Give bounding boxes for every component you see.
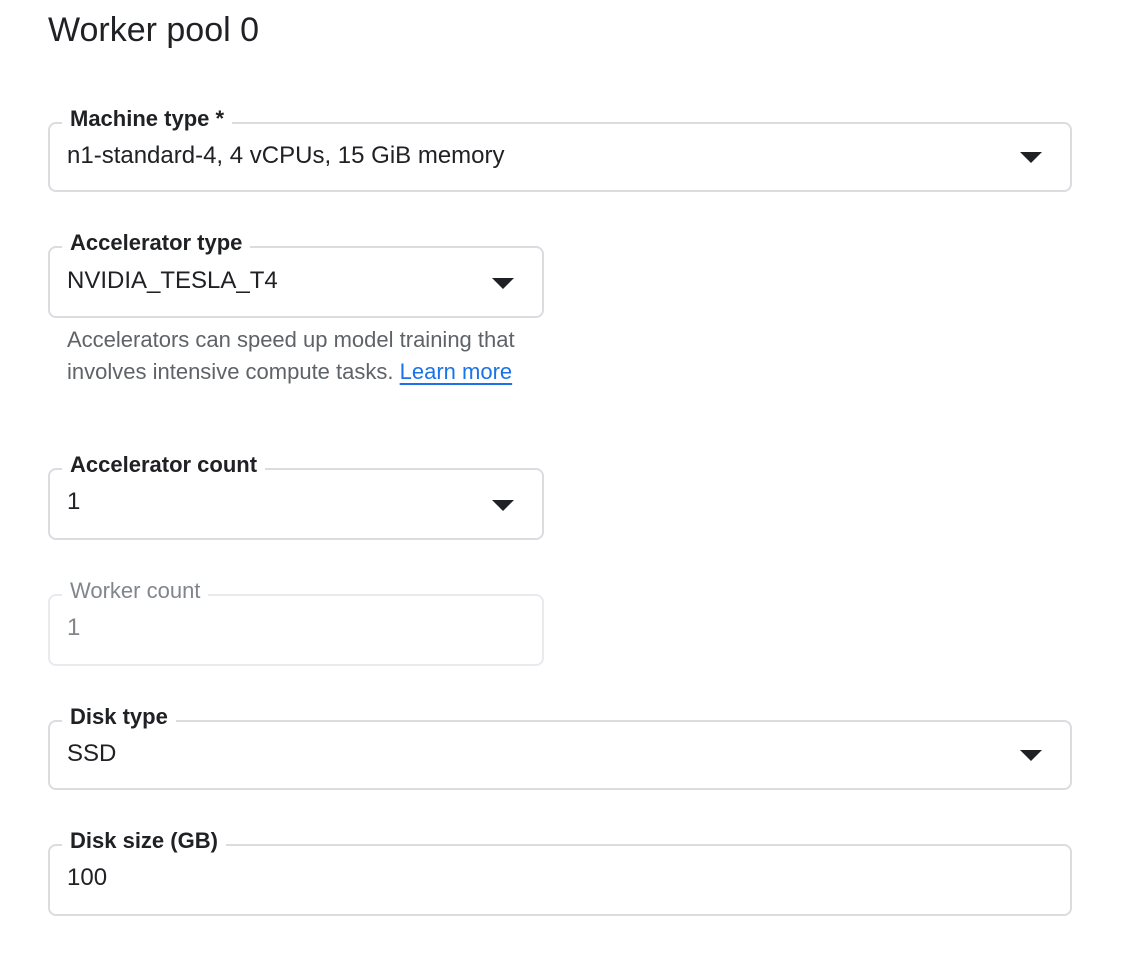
- arrow-drop-down-icon[interactable]: [492, 278, 514, 289]
- disk-size-input[interactable]: Disk size (GB) 100: [48, 826, 1072, 916]
- accelerator-count-value: 1: [67, 488, 81, 515]
- arrow-drop-down-icon[interactable]: [1020, 152, 1042, 163]
- worker-count-value: 1: [67, 614, 81, 641]
- accelerator-count-label: Accelerator count: [62, 450, 266, 480]
- learn-more-link[interactable]: Learn more: [400, 359, 513, 384]
- machine-type-label: Machine type *: [62, 104, 233, 134]
- accelerator-count-select[interactable]: Accelerator count 1: [48, 450, 544, 540]
- machine-type-value: n1-standard-4, 4 vCPUs, 15 GiB memory: [67, 142, 505, 169]
- disk-type-label: Disk type: [62, 702, 176, 732]
- machine-type-select[interactable]: Machine type * n1-standard-4, 4 vCPUs, 1…: [48, 104, 1072, 192]
- accelerator-helper-text: Accelerators can speed up model training…: [67, 324, 527, 388]
- arrow-drop-down-icon[interactable]: [492, 500, 514, 511]
- disk-type-select[interactable]: Disk type SSD: [48, 702, 1072, 790]
- page-title: Worker pool 0: [48, 11, 260, 49]
- disk-type-value: SSD: [67, 740, 117, 767]
- accelerator-type-select[interactable]: Accelerator type NVIDIA_TESLA_T4: [48, 228, 544, 318]
- arrow-drop-down-icon[interactable]: [1020, 750, 1042, 761]
- disk-size-label: Disk size (GB): [62, 826, 226, 856]
- worker-count-input: Worker count 1: [48, 576, 544, 666]
- worker-count-label: Worker count: [62, 576, 209, 606]
- disk-size-value[interactable]: 100: [67, 861, 107, 895]
- accelerator-type-value: NVIDIA_TESLA_T4: [67, 267, 278, 294]
- accelerator-type-label: Accelerator type: [62, 228, 251, 258]
